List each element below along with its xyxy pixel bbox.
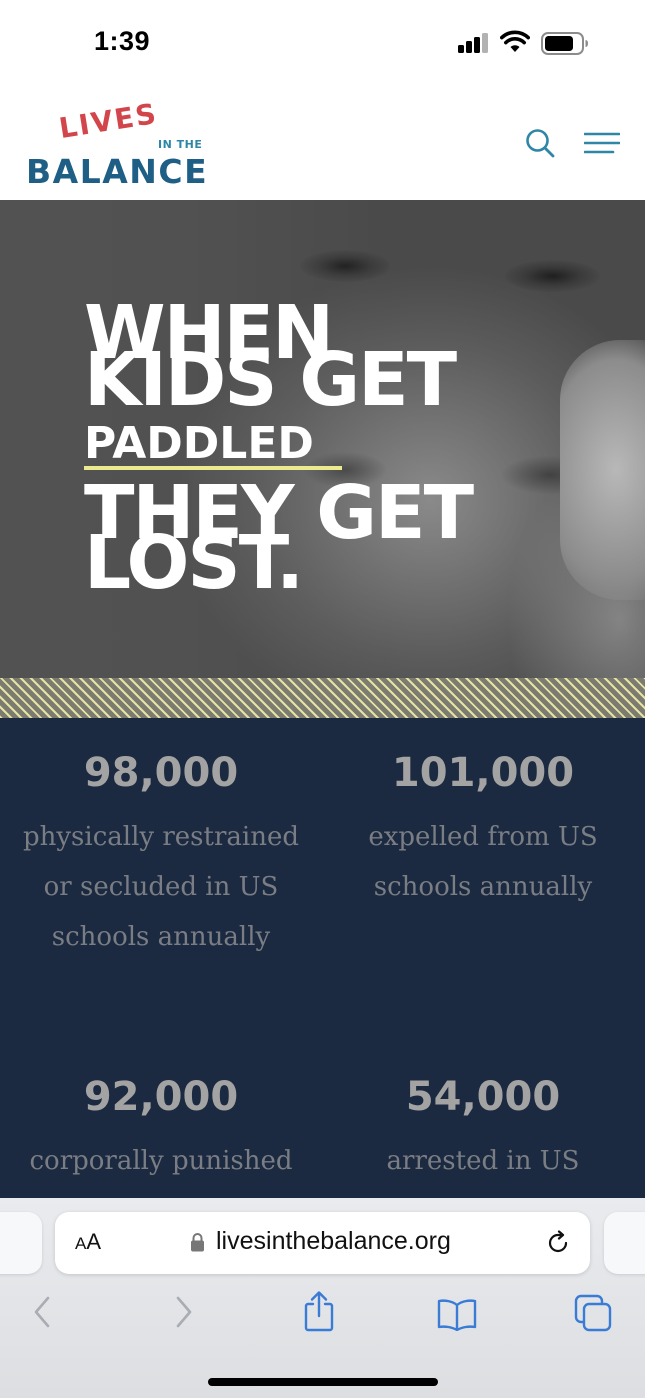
stat-number: 92,000 [83, 1074, 239, 1120]
lock-icon [191, 1233, 204, 1252]
stat-description: arrested in US schools annually [374, 1146, 592, 1198]
battery-icon [541, 32, 588, 55]
hamburger-menu-icon[interactable] [584, 130, 620, 158]
hero-headline-line: KIDS GET [84, 337, 457, 423]
back-chevron-icon[interactable] [28, 1294, 58, 1330]
stat-description: physically restrained or secluded in US … [22, 822, 299, 952]
forward-chevron-icon[interactable] [168, 1294, 198, 1330]
reload-icon[interactable] [545, 1230, 571, 1256]
search-icon[interactable] [524, 127, 556, 159]
home-indicator[interactable] [208, 1378, 438, 1386]
hero-headline-line: LOST. [84, 520, 304, 606]
logo-in-the-text: IN THE [158, 138, 203, 151]
stat-item: 98,000 physically restrained or secluded… [21, 750, 301, 962]
previous-tab-preview[interactable] [0, 1212, 42, 1274]
stat-number: 101,000 [391, 750, 575, 796]
site-logo[interactable]: LIVES IN THE BALANCE [26, 97, 207, 191]
wifi-icon [500, 30, 530, 52]
tabs-overview-icon[interactable] [574, 1294, 612, 1332]
stat-item: 54,000 arrested in US schools annually [343, 1074, 623, 1198]
logo-lives-text: LIVES [56, 96, 161, 145]
aa-small-letter: A [75, 1234, 87, 1253]
bookmarks-icon[interactable] [437, 1297, 477, 1331]
hero-headline-highlight: PADDLED [84, 418, 314, 469]
stat-item: 101,000 expelled from US schools annuall… [343, 750, 623, 912]
status-bar: 1:39 [0, 0, 645, 90]
stat-item: 92,000 corporally punished in US [21, 1074, 301, 1198]
hero-banner: WHEN KIDS GET PADDLED THEY GET LOST. [0, 200, 645, 678]
status-time: 1:39 [94, 26, 151, 56]
reader-settings-button[interactable]: AA [75, 1229, 101, 1257]
stat-description: expelled from US schools annually [368, 822, 598, 902]
stat-description: corporally punished in US [29, 1146, 293, 1198]
stat-number: 98,000 [83, 750, 239, 796]
aa-big-letter: A [86, 1229, 102, 1254]
next-tab-preview[interactable] [604, 1212, 645, 1274]
decorative-stripe-divider [0, 678, 645, 718]
site-header: LIVES IN THE BALANCE [0, 90, 645, 200]
stat-number: 54,000 [405, 1074, 561, 1120]
cellular-signal-icon [458, 33, 490, 53]
share-icon[interactable] [302, 1290, 336, 1332]
url-text[interactable]: livesinthebalance.org [216, 1227, 451, 1256]
browser-toolbar: AA livesinthebalance.org [0, 1198, 645, 1398]
logo-balance-text: BALANCE [26, 152, 209, 191]
address-bar[interactable]: AA livesinthebalance.org [55, 1212, 590, 1274]
statistics-section: 98,000 physically restrained or secluded… [0, 718, 645, 1198]
